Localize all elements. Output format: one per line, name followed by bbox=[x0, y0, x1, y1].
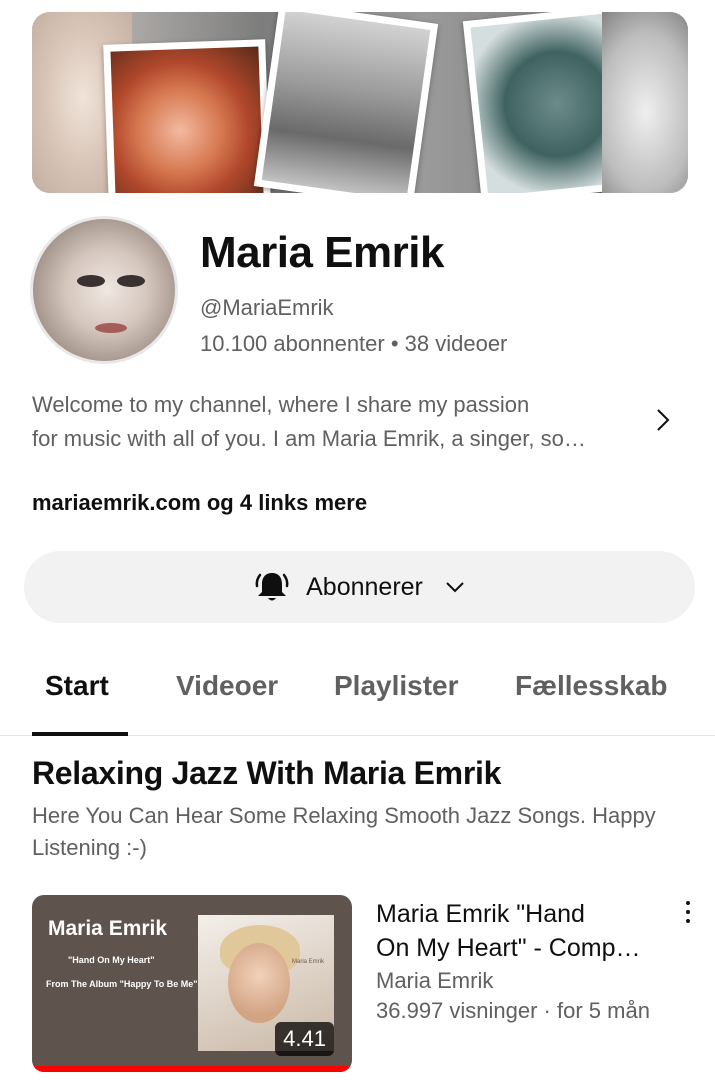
subscribe-label: Abonnerer bbox=[306, 572, 423, 601]
album-cover-text: Maria Emrik bbox=[292, 959, 325, 965]
tab-start[interactable]: Start bbox=[45, 670, 109, 702]
notification-bell-icon bbox=[255, 573, 289, 601]
description-line: Welcome to my channel, where I share my … bbox=[32, 392, 530, 417]
watch-progress-bar bbox=[32, 1066, 352, 1072]
banner-photo bbox=[253, 12, 439, 193]
channel-tabs: Start Videoer Playlister Fællesskab bbox=[0, 652, 715, 736]
subscribed-button[interactable]: Abonnerer bbox=[24, 551, 695, 623]
tab-videos[interactable]: Videoer bbox=[176, 670, 278, 702]
thumbnail-subtitle: From The Album "Happy To Be Me" bbox=[46, 979, 198, 989]
thumbnail-title: Maria Emrik bbox=[48, 917, 168, 940]
banner-photo bbox=[103, 39, 271, 193]
channel-name: Maria Emrik bbox=[200, 228, 444, 277]
video-channel[interactable]: Maria Emrik bbox=[376, 968, 493, 994]
video-title-line: Maria Emrik "Hand bbox=[376, 900, 585, 928]
channel-banner bbox=[32, 12, 688, 193]
section-title[interactable]: Relaxing Jazz With Maria Emrik bbox=[32, 755, 501, 792]
channel-description[interactable]: Welcome to my channel, where I share my … bbox=[32, 388, 642, 456]
channel-handle: @MariaEmrik bbox=[200, 295, 334, 320]
tab-playlists[interactable]: Playlister bbox=[334, 670, 459, 702]
video-title[interactable]: Maria Emrik "Hand On My Heart" - Comp… bbox=[376, 897, 666, 965]
active-tab-indicator bbox=[32, 732, 128, 736]
section-description: Here You Can Hear Some Relaxing Smooth J… bbox=[32, 803, 656, 860]
more-options-icon[interactable] bbox=[676, 898, 700, 928]
channel-stats: 10.100 abonnenter • 38 videoer bbox=[200, 331, 508, 356]
channel-links[interactable]: mariaemrik.com og 4 links mere bbox=[32, 490, 367, 516]
description-line: for music with all of you. I am Maria Em… bbox=[32, 426, 586, 451]
video-thumbnail[interactable]: Maria Emrik "Hand On My Heart" From The … bbox=[32, 895, 352, 1072]
video-duration: 4.41 bbox=[275, 1022, 334, 1056]
video-title-line: On My Heart" - Comp… bbox=[376, 934, 641, 962]
channel-avatar[interactable] bbox=[30, 216, 178, 364]
chevron-down-icon bbox=[446, 582, 464, 593]
tab-community[interactable]: Fællesskab bbox=[515, 670, 668, 702]
banner-photo bbox=[602, 12, 688, 193]
thumbnail-subtitle: "Hand On My Heart" bbox=[68, 955, 155, 965]
video-meta: 36.997 visninger · for 5 mån bbox=[376, 998, 650, 1023]
chevron-right-icon[interactable] bbox=[652, 402, 676, 438]
